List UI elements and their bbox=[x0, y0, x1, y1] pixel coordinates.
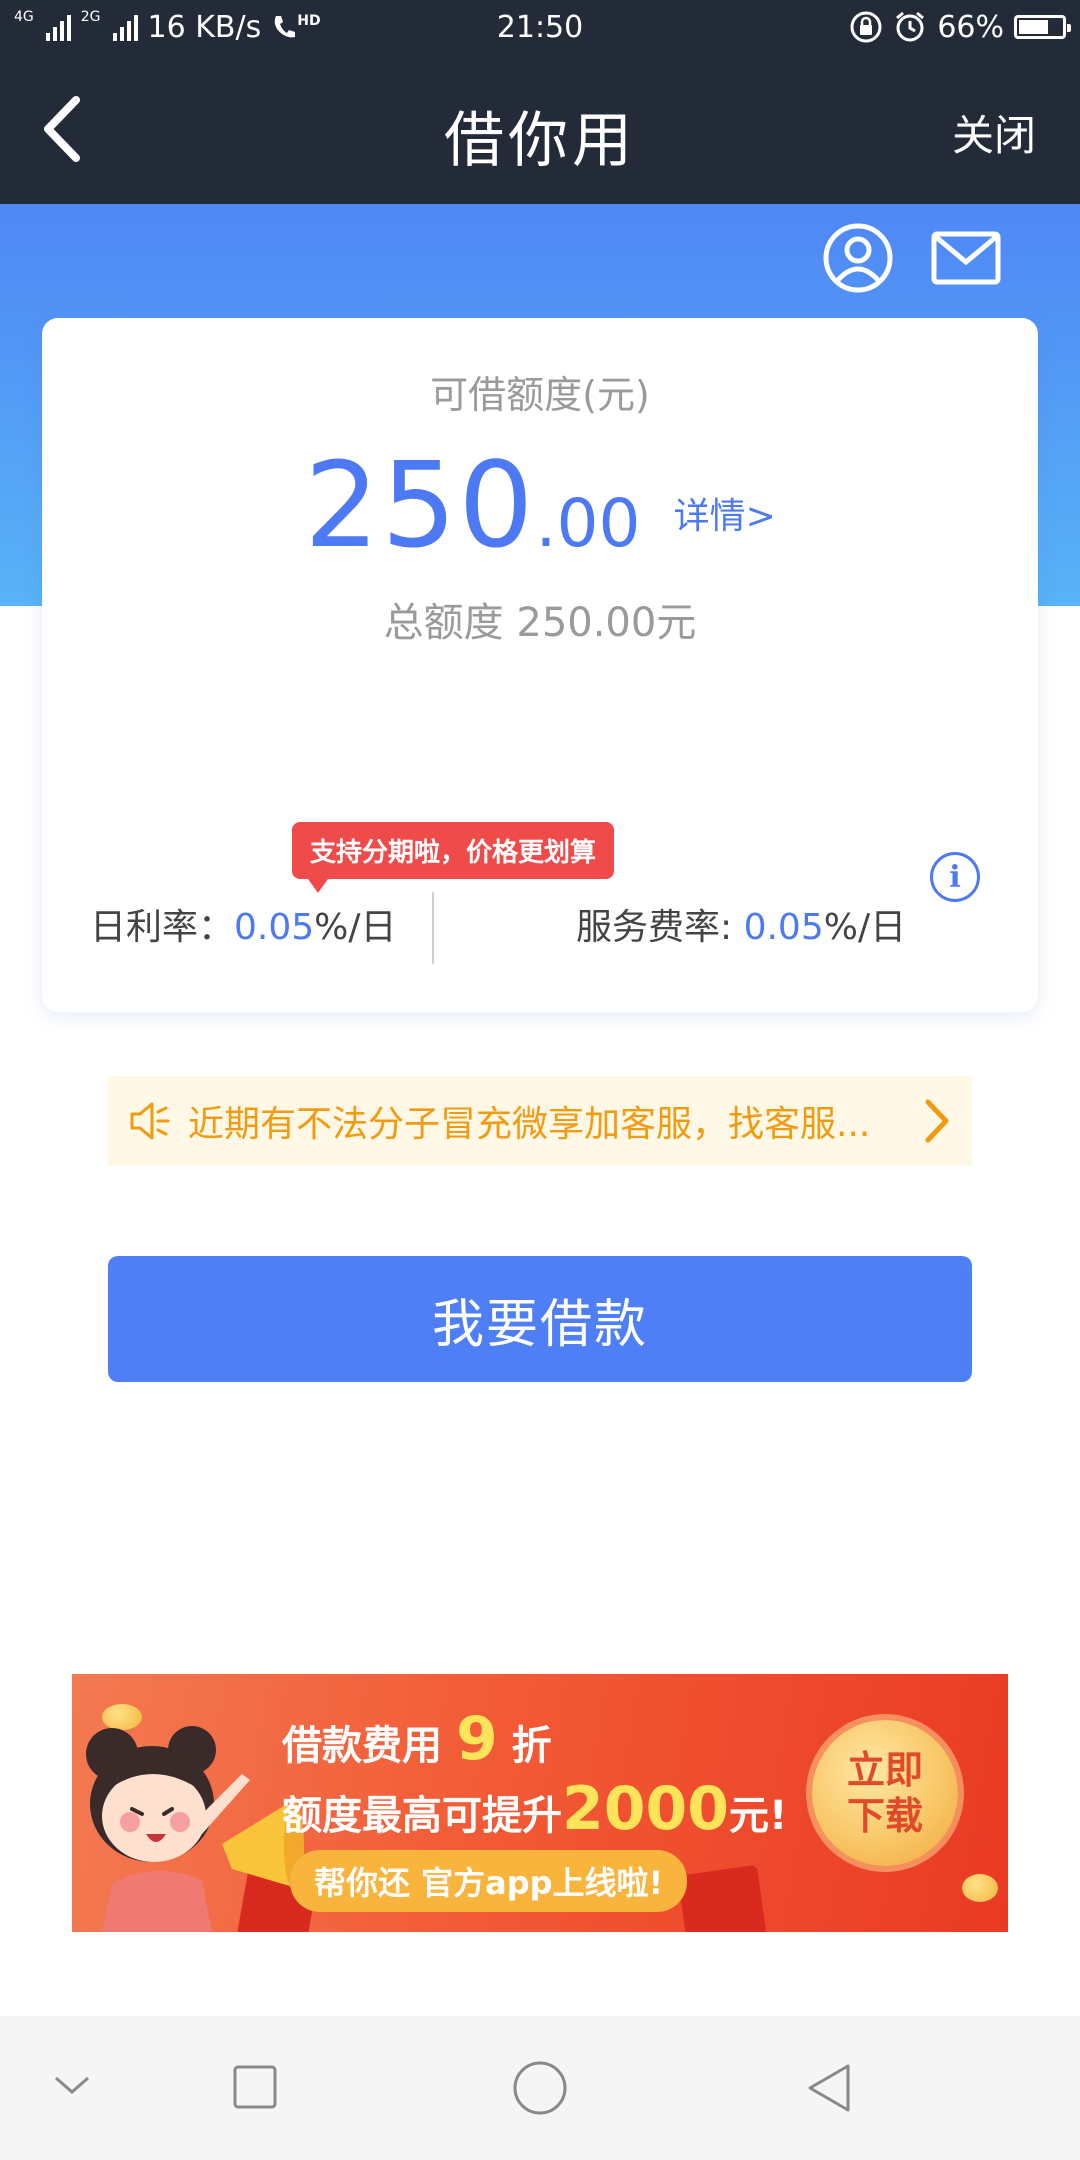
app-header: 借你用 关闭 bbox=[0, 54, 1080, 204]
alarm-icon bbox=[896, 11, 925, 42]
signal-icon bbox=[45, 13, 71, 41]
battery-icon bbox=[1014, 15, 1071, 39]
banner-text: 额度最高可提升 bbox=[282, 1793, 562, 1839]
download-now-button[interactable]: 立即 下载 bbox=[812, 1720, 958, 1866]
coin-decoration bbox=[962, 1874, 998, 1902]
chevron-down-icon bbox=[55, 2076, 89, 2094]
service-rate: 服务费率: 0.05%/日 bbox=[576, 898, 906, 950]
network-speed: 16 KB/s bbox=[147, 9, 262, 45]
user-icon bbox=[823, 223, 893, 293]
daily-rate-value: 0.05 bbox=[234, 907, 315, 948]
system-nav-bar bbox=[0, 2016, 1080, 2160]
status-left: 4G 2G 16 KB/s HD bbox=[14, 10, 321, 45]
available-amount: 250.00 详情> bbox=[42, 436, 1038, 574]
cta-line-2: 下载 bbox=[846, 1794, 923, 1838]
total-credit: 总额度 250.00元 bbox=[383, 600, 697, 646]
signal-icon-2 bbox=[112, 13, 138, 41]
battery-percent: 66% bbox=[937, 9, 1004, 45]
triangle-back-icon bbox=[808, 2064, 850, 2112]
service-rate-label: 服务费率: bbox=[576, 907, 744, 948]
banner-text: 元! bbox=[729, 1793, 788, 1839]
download-cta-text: 立即 下载 bbox=[847, 1747, 923, 1839]
daily-rate: 日利率：0.05%/日 bbox=[90, 898, 397, 950]
red-envelope-decoration bbox=[677, 1864, 767, 1932]
service-rate-value: 0.05 bbox=[743, 907, 824, 948]
network-type-1: 4G bbox=[14, 8, 34, 25]
service-rate-unit: %/日 bbox=[823, 907, 907, 948]
status-bar: 4G 2G 16 KB/s HD 21:50 66% bbox=[0, 0, 1080, 54]
mail-icon bbox=[931, 231, 1001, 285]
page-title: 借你用 bbox=[444, 106, 636, 176]
chevron-right-icon bbox=[925, 1099, 949, 1143]
home-button[interactable] bbox=[512, 2060, 568, 2120]
battery-fill bbox=[1019, 20, 1048, 34]
hero-actions bbox=[822, 222, 1002, 298]
messages-button[interactable] bbox=[930, 228, 1002, 292]
daily-rate-label: 日利率： bbox=[90, 907, 235, 948]
banner-text: 折 bbox=[511, 1723, 552, 1769]
notice-bar[interactable]: 近期有不法分子冒充微享加客服，找客服... bbox=[108, 1076, 972, 1166]
cta-line-1: 立即 bbox=[846, 1748, 923, 1792]
status-right: 66% bbox=[849, 9, 1071, 45]
profile-button[interactable] bbox=[822, 222, 894, 298]
amount-decimal: .00 bbox=[535, 485, 641, 562]
banner-headline-2: 额度最高可提升2000元! bbox=[282, 1774, 787, 1844]
hide-nav-button[interactable] bbox=[52, 2070, 92, 2104]
details-link[interactable]: 详情> bbox=[674, 496, 776, 537]
hd-label: HD bbox=[297, 13, 321, 29]
available-credit-label: 可借额度(元) bbox=[430, 373, 650, 417]
rate-divider bbox=[432, 892, 434, 964]
close-button[interactable]: 关闭 bbox=[952, 102, 1036, 163]
banner-text: 借款费用 bbox=[282, 1723, 442, 1769]
banner-discount: 9 bbox=[455, 1704, 498, 1774]
daily-rate-unit: %/日 bbox=[314, 907, 397, 948]
recents-button[interactable] bbox=[232, 2064, 278, 2114]
hd-call-icon: HD bbox=[271, 13, 321, 41]
banner-headline-1: 借款费用 9 折 bbox=[282, 1704, 552, 1774]
amount-integer: 250 bbox=[304, 436, 536, 574]
back-nav-button[interactable] bbox=[804, 2062, 854, 2118]
banner-pill: 帮你还 官方app上线啦! bbox=[290, 1850, 688, 1912]
banner-amount: 2000 bbox=[562, 1774, 729, 1844]
promo-banner[interactable]: 借款费用 9 折 额度最高可提升2000元! 帮你还 官方app上线啦! 立即 … bbox=[72, 1674, 1008, 1932]
square-icon bbox=[233, 2065, 277, 2109]
info-icon[interactable]: i bbox=[930, 852, 980, 902]
borrow-button[interactable]: 我要借款 bbox=[108, 1256, 972, 1382]
speaker-icon bbox=[130, 1102, 170, 1140]
installment-promo-tag: 支持分期啦，价格更划算 bbox=[292, 822, 615, 893]
notice-text: 近期有不法分子冒充微享加客服，找客服... bbox=[188, 1104, 871, 1145]
circle-icon bbox=[513, 2061, 567, 2115]
network-type-2: 2G bbox=[80, 8, 101, 25]
lock-rotation-icon bbox=[850, 11, 882, 43]
credit-card: 可借额度(元) 250.00 详情> 总额度 250.00元 支持分期啦，价格更… bbox=[42, 318, 1038, 1012]
